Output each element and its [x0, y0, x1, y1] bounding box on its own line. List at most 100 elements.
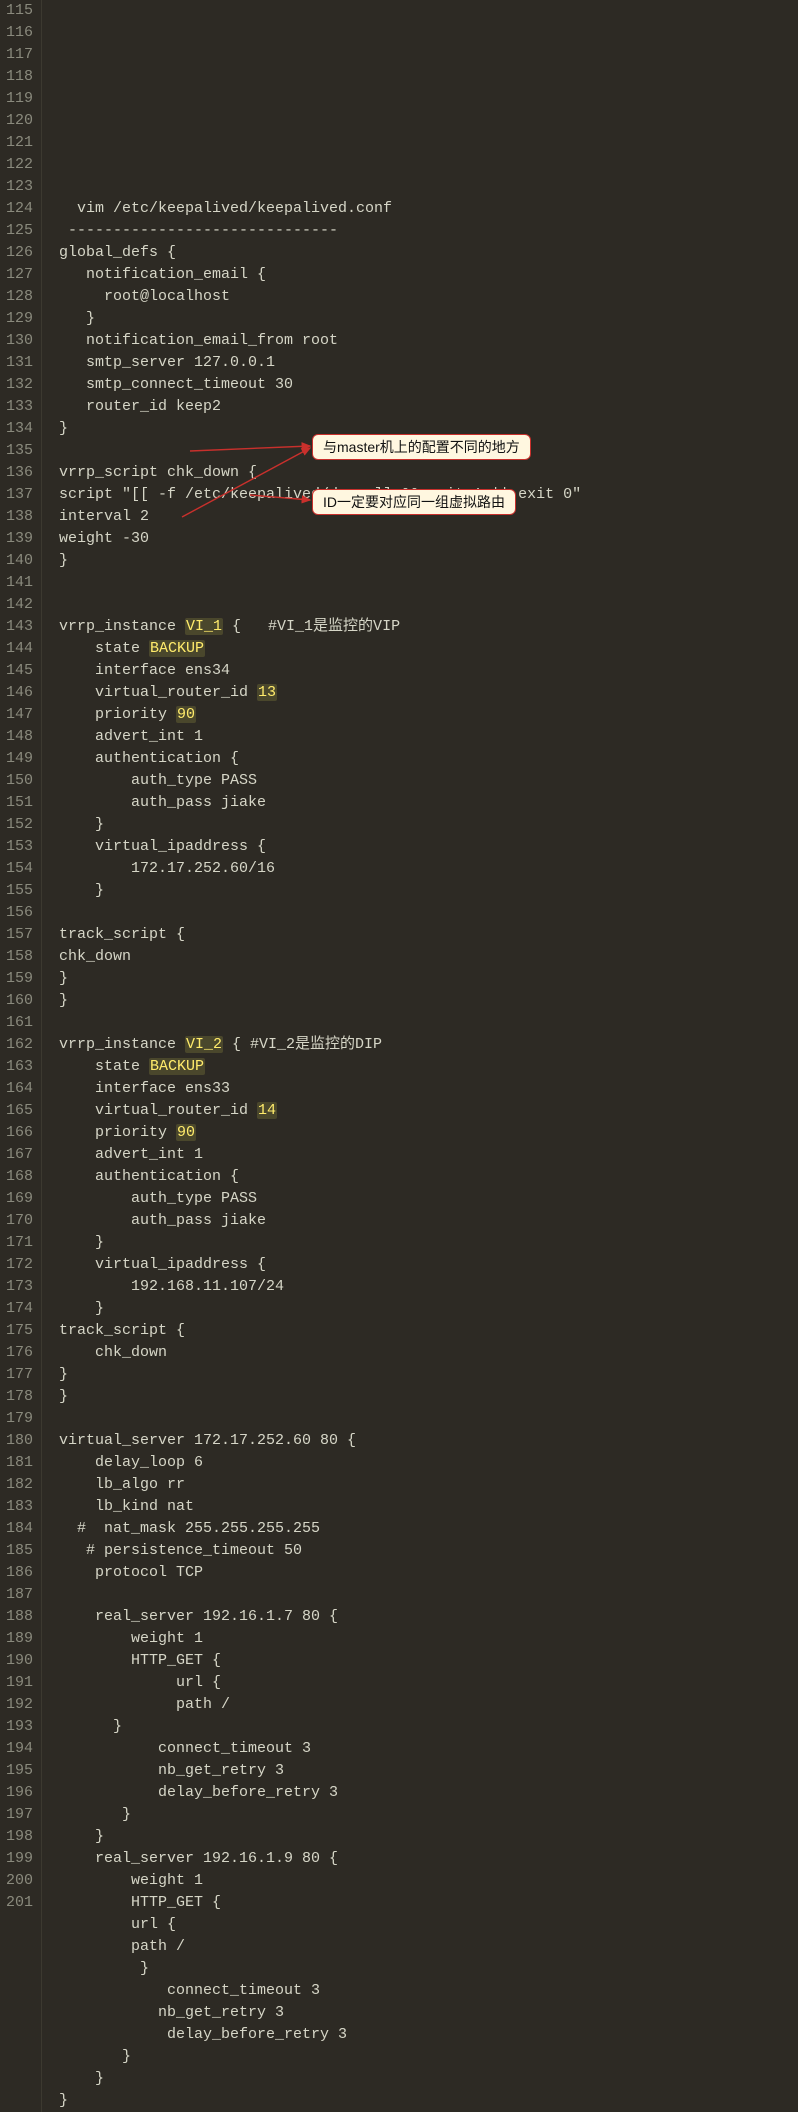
code-line[interactable]: delay_before_retry 3: [50, 1782, 798, 1804]
code-line[interactable]: [50, 1012, 798, 1034]
code-line[interactable]: }: [50, 308, 798, 330]
code-line[interactable]: lb_algo rr: [50, 1474, 798, 1496]
code-line[interactable]: }: [50, 1232, 798, 1254]
code-line[interactable]: ------------------------------: [50, 220, 798, 242]
code-line[interactable]: }: [50, 968, 798, 990]
code-line[interactable]: # persistence_timeout 50: [50, 1540, 798, 1562]
code-line[interactable]: notification_email {: [50, 264, 798, 286]
code-line[interactable]: virtual_router_id 13: [50, 682, 798, 704]
code-line[interactable]: [50, 572, 798, 594]
code-line[interactable]: weight 1: [50, 1628, 798, 1650]
line-number: 194: [6, 1738, 33, 1760]
code-line[interactable]: [50, 594, 798, 616]
code-line[interactable]: }: [50, 1958, 798, 1980]
code-line[interactable]: real_server 192.16.1.7 80 {: [50, 1606, 798, 1628]
code-line[interactable]: [50, 1584, 798, 1606]
code-line[interactable]: delay_before_retry 3: [50, 2024, 798, 2046]
code-line[interactable]: }: [50, 1826, 798, 1848]
line-number: 117: [6, 44, 33, 66]
code-line[interactable]: }: [50, 880, 798, 902]
code-line[interactable]: weight -30: [50, 528, 798, 550]
code-line[interactable]: virtual_ipaddress {: [50, 1254, 798, 1276]
code-line[interactable]: track_script {: [50, 1320, 798, 1342]
code-line[interactable]: interface ens34: [50, 660, 798, 682]
code-line[interactable]: priority 90: [50, 704, 798, 726]
code-line[interactable]: auth_pass jiake: [50, 792, 798, 814]
code-line[interactable]: [50, 902, 798, 924]
code-line[interactable]: interface ens33: [50, 1078, 798, 1100]
line-number: 126: [6, 242, 33, 264]
code-line[interactable]: auth_type PASS: [50, 1188, 798, 1210]
code-line[interactable]: }: [50, 1716, 798, 1738]
code-line[interactable]: connect_timeout 3: [50, 1980, 798, 2002]
line-number: 131: [6, 352, 33, 374]
code-line[interactable]: 172.17.252.60/16: [50, 858, 798, 880]
code-line[interactable]: }: [50, 550, 798, 572]
code-line[interactable]: vim /etc/keepalived/keepalived.conf: [50, 198, 798, 220]
code-line[interactable]: # nat_mask 255.255.255.255: [50, 1518, 798, 1540]
code-line[interactable]: }: [50, 2068, 798, 2090]
code-line[interactable]: real_server 192.16.1.9 80 {: [50, 1848, 798, 1870]
code-line[interactable]: auth_type PASS: [50, 770, 798, 792]
code-line[interactable]: url {: [50, 1914, 798, 1936]
code-line[interactable]: }: [50, 1364, 798, 1386]
code-line[interactable]: smtp_server 127.0.0.1: [50, 352, 798, 374]
code-line[interactable]: virtual_ipaddress {: [50, 836, 798, 858]
code-line[interactable]: chk_down: [50, 946, 798, 968]
code-line[interactable]: }: [50, 990, 798, 1012]
code-line[interactable]: vrrp_instance VI_1 { #VI_1是监控的VIP: [50, 616, 798, 638]
code-line[interactable]: vrrp_script chk_down {: [50, 462, 798, 484]
code-line[interactable]: chk_down: [50, 1342, 798, 1364]
line-number: 159: [6, 968, 33, 990]
code-line[interactable]: priority 90: [50, 1122, 798, 1144]
line-number: 177: [6, 1364, 33, 1386]
code-line[interactable]: protocol TCP: [50, 1562, 798, 1584]
code-line[interactable]: state BACKUP: [50, 638, 798, 660]
line-number: 121: [6, 132, 33, 154]
code-line[interactable]: [50, 1408, 798, 1430]
code-line[interactable]: auth_pass jiake: [50, 1210, 798, 1232]
code-line[interactable]: root@localhost: [50, 286, 798, 308]
code-area[interactable]: 与master机上的配置不同的地方 ID一定要对应同一组虚拟路由 vim /et…: [42, 0, 798, 2112]
code-line[interactable]: HTTP_GET {: [50, 1650, 798, 1672]
code-line[interactable]: track_script {: [50, 924, 798, 946]
code-line[interactable]: notification_email_from root: [50, 330, 798, 352]
code-line[interactable]: virtual_router_id 14: [50, 1100, 798, 1122]
line-number: 201: [6, 1892, 33, 1914]
code-line[interactable]: }: [50, 1386, 798, 1408]
line-number: 125: [6, 220, 33, 242]
code-line[interactable]: lb_kind nat: [50, 1496, 798, 1518]
line-number: 145: [6, 660, 33, 682]
code-line[interactable]: weight 1: [50, 1870, 798, 1892]
line-number: 171: [6, 1232, 33, 1254]
code-line[interactable]: }: [50, 1298, 798, 1320]
code-line[interactable]: nb_get_retry 3: [50, 1760, 798, 1782]
code-line[interactable]: }: [50, 1804, 798, 1826]
line-number: 123: [6, 176, 33, 198]
code-line[interactable]: advert_int 1: [50, 1144, 798, 1166]
code-line[interactable]: 192.168.11.107/24: [50, 1276, 798, 1298]
code-line[interactable]: path /: [50, 1694, 798, 1716]
code-line[interactable]: }: [50, 2046, 798, 2068]
code-line[interactable]: smtp_connect_timeout 30: [50, 374, 798, 396]
code-line[interactable]: advert_int 1: [50, 726, 798, 748]
line-number: 158: [6, 946, 33, 968]
code-line[interactable]: nb_get_retry 3: [50, 2002, 798, 2024]
line-number: 165: [6, 1100, 33, 1122]
code-line[interactable]: router_id keep2: [50, 396, 798, 418]
code-line[interactable]: }: [50, 814, 798, 836]
code-line[interactable]: }: [50, 2090, 798, 2112]
code-line[interactable]: url {: [50, 1672, 798, 1694]
code-line[interactable]: delay_loop 6: [50, 1452, 798, 1474]
code-line[interactable]: vrrp_instance VI_2 { #VI_2是监控的DIP: [50, 1034, 798, 1056]
line-number: 154: [6, 858, 33, 880]
code-line[interactable]: connect_timeout 3: [50, 1738, 798, 1760]
code-line[interactable]: path /: [50, 1936, 798, 1958]
code-line[interactable]: authentication {: [50, 1166, 798, 1188]
code-line[interactable]: state BACKUP: [50, 1056, 798, 1078]
code-line[interactable]: global_defs {: [50, 242, 798, 264]
code-line[interactable]: HTTP_GET {: [50, 1892, 798, 1914]
code-line[interactable]: virtual_server 172.17.252.60 80 {: [50, 1430, 798, 1452]
code-line[interactable]: authentication {: [50, 748, 798, 770]
line-number: 189: [6, 1628, 33, 1650]
